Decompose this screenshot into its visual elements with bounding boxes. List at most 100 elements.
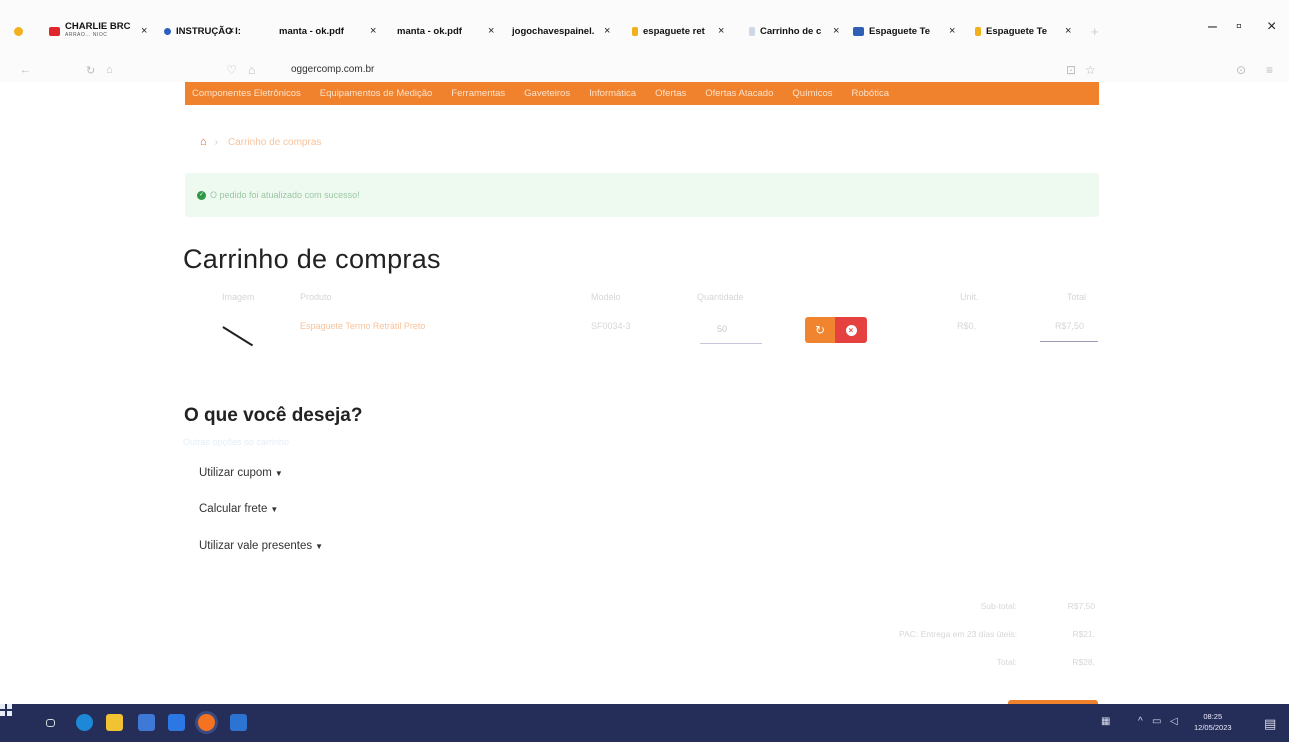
unit-price: R$0, — [957, 321, 977, 331]
remove-icon: × — [845, 324, 857, 336]
tab-manta-2[interactable]: manta - ok.pdf × — [397, 18, 494, 44]
nav-item-ferramentas[interactable]: Ferramentas — [451, 88, 505, 99]
col-header-image: Imagem — [222, 292, 255, 302]
tab-espaguete-store[interactable]: Espaguete Te × — [853, 18, 955, 44]
close-window-icon[interactable]: × — [1267, 18, 1276, 36]
col-header-model: Modelo — [591, 292, 621, 302]
breadcrumb-current[interactable]: Carrinho de compras — [228, 137, 321, 148]
notification-icon[interactable]: ▤ — [1264, 716, 1276, 732]
breadcrumb-separator: › — [214, 136, 218, 148]
nav-item-equipamentos[interactable]: Equipamentos de Medição — [320, 88, 433, 99]
tab-title: jogochavespainel. — [512, 25, 595, 37]
nav-item-robotica[interactable]: Robótica — [852, 88, 890, 99]
minimize-icon[interactable]: – — [1208, 18, 1217, 36]
close-tab-icon[interactable]: × — [604, 25, 610, 37]
lock-icon[interactable]: ⌂ — [248, 63, 255, 77]
col-header-product: Produto — [300, 292, 332, 302]
product-thumbnail[interactable] — [222, 326, 254, 347]
windows-start-icon[interactable] — [0, 704, 12, 716]
browser-menu-icon[interactable] — [14, 18, 28, 44]
file-explorer-icon[interactable] — [106, 714, 123, 731]
store-icon — [853, 26, 864, 36]
edge-icon[interactable] — [76, 714, 93, 731]
close-tab-icon[interactable]: × — [228, 25, 234, 37]
toggle-calculate-shipping[interactable]: Calcular frete ▼ — [199, 503, 278, 515]
bookmark-star-icon[interactable]: ☆ — [1085, 63, 1096, 77]
subtotal-value: R$7,50 — [1067, 601, 1095, 611]
product-model: SF0034-3 — [591, 321, 631, 331]
caret-down-icon: ▼ — [274, 469, 283, 478]
caret-down-icon: ▼ — [270, 505, 279, 514]
volume-icon[interactable]: ◁ — [1170, 716, 1178, 727]
remove-item-button[interactable]: × — [835, 317, 867, 343]
close-tab-icon[interactable]: × — [833, 25, 839, 37]
options-title: O que você deseja? — [184, 405, 363, 426]
tab-carrinho[interactable]: Carrinho de c × — [749, 18, 839, 44]
url-field[interactable]: oggercomp.com.br — [291, 64, 374, 75]
tab-espaguete-google-2[interactable]: Espaguete Te × — [975, 18, 1071, 44]
keyboard-icon[interactable]: ▦ — [1101, 716, 1110, 727]
toggle-label: Calcular frete — [199, 503, 268, 515]
reader-icon[interactable]: ⊡ — [1066, 63, 1076, 77]
close-tab-icon[interactable]: × — [488, 25, 494, 37]
tab-jogochaves[interactable]: jogochavespainel. × — [512, 18, 610, 44]
tab-title: Espaguete Te — [869, 25, 931, 37]
new-tab-icon[interactable]: + — [1091, 18, 1099, 44]
extensions-icon[interactable]: ⊙ — [1236, 63, 1246, 77]
options-subtitle: Outras opções do carrinho — [183, 437, 290, 447]
restore-icon[interactable]: ▫ — [1236, 18, 1242, 36]
taskbar-clock[interactable]: 08:25 12/05/2023 — [1194, 711, 1232, 733]
back-icon[interactable]: ← — [20, 64, 31, 76]
toggle-label: Utilizar cupom — [199, 467, 272, 479]
total-value: R$28, — [1072, 657, 1095, 667]
tab-manta-1[interactable]: manta - ok.pdf × — [279, 18, 376, 44]
product-name-link[interactable]: Espaguete Termo Retrátil Preto — [300, 321, 425, 331]
tab-title: manta - ok.pdf — [397, 25, 462, 37]
close-tab-icon[interactable]: × — [718, 25, 724, 37]
alert-message: O pedido foi atualizado com sucesso! — [210, 190, 360, 200]
reload-icon[interactable]: ↻ — [86, 64, 95, 77]
close-tab-icon[interactable]: × — [141, 25, 147, 37]
quantity-input[interactable]: 50 — [700, 314, 762, 344]
nav-item-componentes[interactable]: Componentes Eletrônicos — [192, 88, 301, 99]
nav-item-informatica[interactable]: Informática — [589, 88, 636, 99]
toggle-label: Utilizar vale presentes — [199, 540, 313, 552]
tab-espaguete-google[interactable]: espaguete ret × — [632, 18, 724, 44]
shield-icon[interactable]: ♡ — [226, 63, 237, 77]
tab-instrucao[interactable]: INSTRUÇÃO I: × — [164, 18, 241, 44]
refresh-icon: ↻ — [814, 323, 826, 337]
tab-charlie[interactable]: CHARLIE BRC ARRAO... NIOC × — [49, 18, 147, 44]
page-icon — [749, 26, 755, 36]
close-tab-icon[interactable]: × — [949, 25, 955, 37]
nav-item-quimicos[interactable]: Químicos — [792, 88, 832, 99]
tab-title: Carrinho de c — [760, 25, 822, 37]
close-tab-icon[interactable]: × — [370, 25, 376, 37]
youtube-icon — [49, 26, 60, 36]
mail-icon[interactable] — [168, 714, 185, 731]
close-tab-icon[interactable]: × — [1065, 25, 1071, 37]
nav-item-ofertas-atacado[interactable]: Ofertas Atacado — [705, 88, 773, 99]
task-view-icon[interactable] — [46, 719, 55, 727]
google-icon — [632, 26, 638, 36]
store-icon[interactable] — [138, 714, 155, 731]
quantity-value: 50 — [717, 323, 728, 334]
nav-item-ofertas[interactable]: Ofertas — [655, 88, 686, 99]
shipping-value: R$21, — [1072, 629, 1095, 639]
total-label: Total: — [996, 657, 1017, 667]
page-title: Carrinho de compras — [183, 244, 441, 274]
windows-taskbar: ▦ ^ ▭ ◁ 08:25 12/05/2023 ▤ — [0, 704, 1289, 742]
tab-subtitle: ARRAO... NIOC — [65, 32, 108, 38]
update-quantity-button[interactable]: ↻ — [805, 317, 835, 343]
app-icon[interactable] — [230, 714, 247, 731]
toggle-use-coupon[interactable]: Utilizar cupom ▼ — [199, 467, 283, 479]
tray-chevron-icon[interactable]: ^ — [1138, 716, 1143, 727]
firefox-icon[interactable] — [198, 714, 215, 731]
toggle-gift-voucher[interactable]: Utilizar vale presentes ▼ — [199, 540, 323, 552]
home-icon[interactable]: ⌂ — [106, 64, 113, 76]
network-icon[interactable]: ▭ — [1152, 716, 1161, 727]
menu-icon[interactable]: ≡ — [1266, 63, 1273, 77]
nav-item-gaveteiros[interactable]: Gaveteiros — [524, 88, 570, 99]
home-icon[interactable]: ⌂ — [200, 136, 207, 148]
clock-date: 12/05/2023 — [1194, 723, 1232, 732]
app-icon — [14, 26, 23, 36]
